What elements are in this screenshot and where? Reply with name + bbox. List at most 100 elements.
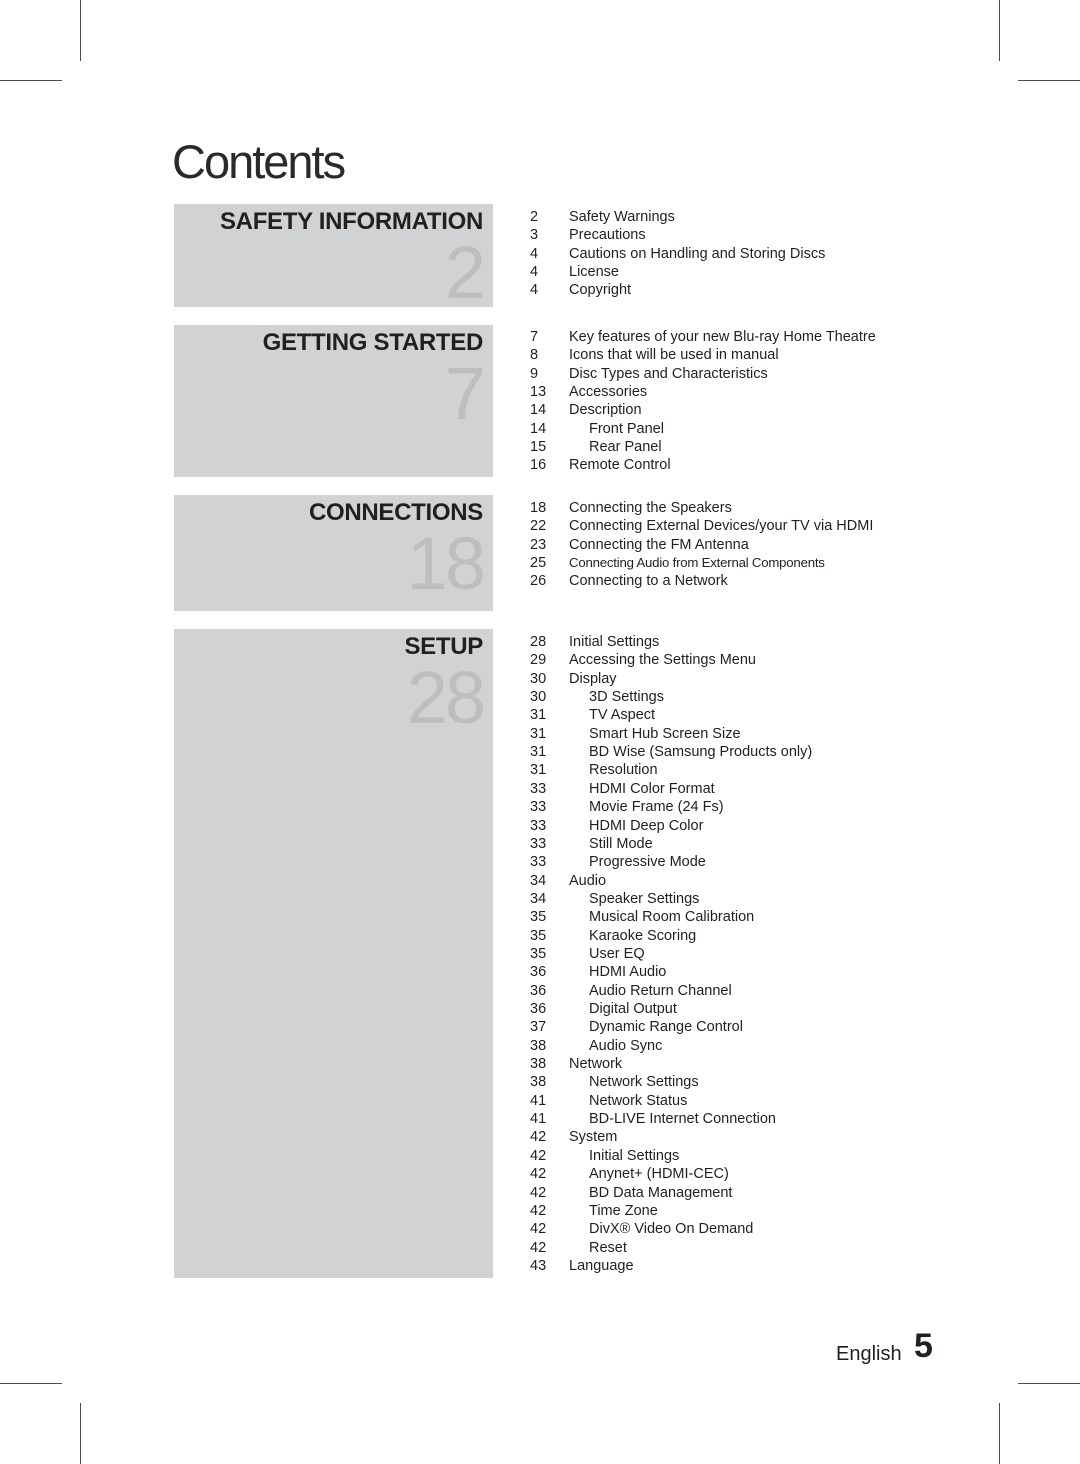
crop-mark xyxy=(80,0,81,61)
toc-entry-title: Audio Return Channel xyxy=(589,982,732,999)
toc-entry-title: TV Aspect xyxy=(589,707,656,724)
toc-entry-title: Description xyxy=(569,402,642,419)
toc-entry-page: 7 xyxy=(530,329,539,345)
toc-entry-page: 33 xyxy=(530,799,547,816)
toc-entry-page: 33 xyxy=(530,780,547,797)
crop-mark xyxy=(999,0,1000,61)
toc-entry-page: 4 xyxy=(530,264,539,281)
toc-entry-title: Connecting Audio from External Component… xyxy=(569,555,825,571)
toc-entry-page: 3 xyxy=(530,227,539,244)
toc-entry-page: 35 xyxy=(530,945,547,962)
toc-entry-page: 31 xyxy=(530,707,547,724)
toc-entry-page: 14 xyxy=(530,402,547,419)
crop-mark xyxy=(1018,1383,1080,1384)
toc-entry-title: System xyxy=(569,1129,618,1146)
section-box-connections: CONNECTIONS 18 xyxy=(174,495,493,611)
toc-entry-title: Digital Output xyxy=(589,1001,677,1017)
toc-entry-title: Time Zone xyxy=(589,1202,658,1219)
section-box-getting-started: GETTING STARTED 7 xyxy=(174,325,493,477)
toc-entry-page: 33 xyxy=(530,835,547,852)
toc-entry-page: 42 xyxy=(530,1166,547,1183)
toc-entry-page: 26 xyxy=(530,573,547,590)
toc-entry-page: 18 xyxy=(530,500,547,516)
toc-entry-page: 42 xyxy=(530,1184,547,1201)
toc-entry-title: Safety Warnings xyxy=(569,209,675,225)
toc-entry-title: HDMI Deep Color xyxy=(589,817,704,834)
toc-entry-title: Movie Frame (24 Fs) xyxy=(589,799,724,816)
toc-entry-title: Dynamic Range Control xyxy=(589,1019,743,1036)
toc-entry-page: 15 xyxy=(530,439,547,456)
toc-entry-title: Still Mode xyxy=(589,835,653,852)
toc-entry-page: 4 xyxy=(530,282,539,299)
toc-entry-title: Initial Settings xyxy=(589,1147,680,1164)
toc-entry-title: Display xyxy=(569,670,617,687)
toc-entry-page: 42 xyxy=(530,1202,547,1219)
toc-entry-page: 28 xyxy=(530,634,547,650)
toc-entry-title: BD Data Management xyxy=(589,1184,733,1201)
toc-entry-title: Precautions xyxy=(569,227,646,244)
toc-entry-page: 4 xyxy=(530,245,539,262)
toc-entry-title: HDMI Color Format xyxy=(589,780,715,797)
toc-entry-page: 29 xyxy=(530,652,547,669)
toc-entry-title: BD-LIVE Internet Connection xyxy=(589,1111,776,1128)
section-start-page: 28 xyxy=(406,656,486,739)
toc-entry-page: 16 xyxy=(530,457,547,474)
toc-entry-page: 36 xyxy=(530,982,547,999)
toc-entry-page: 30 xyxy=(530,670,547,687)
toc-entry-page: 34 xyxy=(530,890,547,907)
crop-mark xyxy=(0,1383,62,1384)
footer-language: English xyxy=(836,1343,902,1365)
toc-entry-page: 33 xyxy=(530,854,547,871)
toc-entry-title: Network xyxy=(569,1056,623,1073)
toc-entry-title: Icons that will be used in manual xyxy=(569,347,779,364)
crop-mark xyxy=(1018,80,1080,81)
toc-entry-page: 8 xyxy=(530,347,539,364)
toc-entry-title: Connecting the Speakers xyxy=(569,500,732,516)
toc-entry-page: 36 xyxy=(530,1001,547,1017)
toc-entry-page: 30 xyxy=(530,689,547,706)
toc-entry-page: 14 xyxy=(530,420,547,437)
section-label: SAFETY INFORMATION xyxy=(219,208,483,235)
toc-entry-title: Resolution xyxy=(589,762,658,779)
toc-entry-page: 9 xyxy=(530,365,539,382)
toc-entry-title: HDMI Audio xyxy=(589,964,667,981)
toc-entry-page: 42 xyxy=(530,1221,547,1238)
toc-entry-title: DivX® Video On Demand xyxy=(589,1221,754,1238)
toc-entry-page: 33 xyxy=(530,817,547,834)
toc-entry-title: Audio xyxy=(569,872,607,889)
toc-entry-page: 38 xyxy=(530,1037,547,1054)
toc-entry-page: 42 xyxy=(530,1239,547,1256)
toc-entry-title: Rear Panel xyxy=(589,439,662,456)
toc-entry-page: 35 xyxy=(530,909,547,926)
toc-entry-title: Musical Room Calibration xyxy=(589,909,755,926)
toc-entry-title: Network Settings xyxy=(589,1074,699,1091)
toc-entry-title: Copyright xyxy=(569,282,632,299)
toc-entry-title: Progressive Mode xyxy=(589,854,706,871)
section-box-setup: SETUP 28 xyxy=(174,629,493,1278)
toc-entry-title: Language xyxy=(569,1257,634,1274)
toc-entry-page: 35 xyxy=(530,927,547,944)
toc-entry-title: User EQ xyxy=(589,945,645,962)
section-start-page: 2 xyxy=(444,231,486,314)
toc-entry-title: Reset xyxy=(589,1239,627,1256)
section-start-page: 18 xyxy=(406,522,486,605)
toc-entry-title: Anynet+ (HDMI-CEC) xyxy=(589,1166,729,1183)
toc-entry-page: 2 xyxy=(530,209,539,225)
toc-entry-title: Audio Sync xyxy=(589,1037,663,1054)
toc-entry-page: 31 xyxy=(530,725,547,742)
toc-entry-title: Front Panel xyxy=(589,420,664,437)
toc-entry-title: Smart Hub Screen Size xyxy=(589,725,741,742)
toc-entry-title: Accessories xyxy=(569,384,648,401)
section-start-page: 7 xyxy=(444,352,486,435)
toc-entry-page: 42 xyxy=(530,1129,547,1146)
toc-entry-page: 36 xyxy=(530,964,547,981)
toc-entry-page: 38 xyxy=(530,1074,547,1091)
toc-entry-title: Disc Types and Characteristics xyxy=(569,365,768,382)
toc-entry-title: Initial Settings xyxy=(569,634,660,650)
toc-entry-page: 34 xyxy=(530,872,547,889)
toc-entry-title: License xyxy=(569,264,619,281)
footer-page-number: 5 xyxy=(914,1327,933,1365)
toc-entry-page: 43 xyxy=(530,1257,547,1274)
crop-mark xyxy=(999,1403,1000,1464)
toc-entry-title: 3D Settings xyxy=(589,689,664,706)
